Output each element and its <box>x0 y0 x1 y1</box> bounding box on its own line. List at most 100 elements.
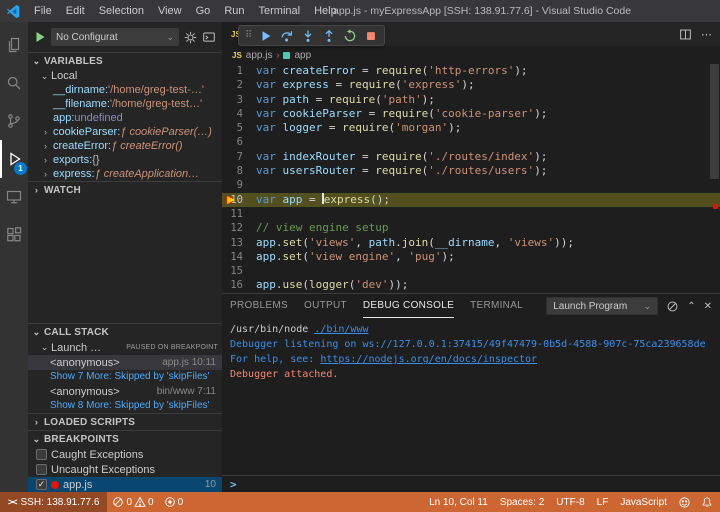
sidebar-item-source-control[interactable] <box>0 102 28 140</box>
line-number[interactable]: 4 <box>222 107 256 121</box>
code-line[interactable]: 2 var express = require('express'); <box>222 78 720 92</box>
code-line[interactable]: 14 app.set('view engine', 'pug'); <box>222 250 720 264</box>
debug-thread-row[interactable]: ⌄ Launch … PAUSED ON BREAKPOINT <box>28 340 222 355</box>
menu-file[interactable]: File <box>27 0 59 22</box>
loaded-scripts-section-header[interactable]: › LOADED SCRIPTS <box>28 413 222 430</box>
code-line[interactable]: 15 <box>222 264 720 278</box>
stack-frame[interactable]: <anonymous> bin/www 7:11 <box>28 384 222 399</box>
ports-indicator[interactable]: 0 <box>159 496 189 508</box>
breakpoint-checkbox[interactable] <box>36 449 47 460</box>
variable-row[interactable]: › exports: {} <box>28 153 222 167</box>
variable-row[interactable]: app: undefined <box>28 111 222 125</box>
menu-terminal[interactable]: Terminal <box>252 0 308 22</box>
console-link[interactable]: https://nodejs.org/en/docs/inspector <box>320 354 537 365</box>
sidebar-item-search[interactable] <box>0 64 28 102</box>
panel-tab-problems[interactable]: PROBLEMS <box>230 294 288 318</box>
clear-console-icon[interactable] <box>666 300 679 313</box>
breadcrumb-symbol[interactable]: app <box>294 50 311 61</box>
code-line[interactable]: 4 var cookieParser = require('cookie-pars… <box>222 107 720 121</box>
line-number[interactable]: 14 <box>222 250 256 264</box>
editor-scrollbar[interactable] <box>710 64 719 179</box>
drag-handle-icon[interactable]: ⠿ <box>245 30 252 41</box>
scope-local[interactable]: ⌄ Local <box>28 69 222 83</box>
problems-indicator[interactable]: 0 0 <box>107 496 158 508</box>
code-line[interactable]: 3 var path = require('path'); <box>222 93 720 107</box>
menu-run[interactable]: Run <box>217 0 251 22</box>
breakpoint-row[interactable]: ✓ app.js 10 <box>28 477 222 492</box>
notifications-button[interactable] <box>696 496 720 509</box>
code-line[interactable]: 16 app.use(logger('dev')); <box>222 278 720 292</box>
breadcrumb[interactable]: JS app.js › app <box>222 46 720 64</box>
expand-chevron-icon[interactable]: › <box>44 169 53 179</box>
debug-config-dropdown[interactable]: No Configurat ⌄ <box>51 28 179 46</box>
breakpoint-checkbox[interactable] <box>36 464 47 475</box>
code-line[interactable]: 6 <box>222 135 720 149</box>
more-actions-icon[interactable]: ⋯ <box>701 28 712 41</box>
panel-tab-terminal[interactable]: TERMINAL <box>470 294 523 318</box>
breakpoint-checkbox[interactable]: ✓ <box>36 479 47 490</box>
line-number[interactable]: 6 <box>222 135 256 149</box>
stack-frame[interactable]: <anonymous> app.js 10:11 <box>28 355 222 370</box>
indentation[interactable]: Spaces: 2 <box>494 497 550 508</box>
breadcrumb-file[interactable]: app.js <box>246 50 273 61</box>
sidebar-item-extensions[interactable] <box>0 216 28 254</box>
code-line[interactable]: 13 app.set('views', path.join(__dirname, … <box>222 236 720 250</box>
maximize-panel-icon[interactable]: ⌃ <box>687 301 695 312</box>
line-number[interactable]: 1 <box>222 64 256 78</box>
code-line[interactable]: 8 var usersRouter = require('./routes/use… <box>222 164 720 178</box>
line-number[interactable]: 13 <box>222 236 256 250</box>
code-line[interactable]: 7 var indexRouter = require('./routes/ind… <box>222 150 720 164</box>
variable-row[interactable]: __filename: '/home/greg-test…' <box>28 97 222 111</box>
variable-row[interactable]: › cookieParser: ƒ cookieParser(…) <box>28 125 222 139</box>
expand-chevron-icon[interactable]: › <box>44 127 53 137</box>
expand-chevron-icon[interactable]: › <box>44 155 53 165</box>
code-line[interactable]: 10 var app = express(); <box>222 192 720 207</box>
remote-indicator[interactable]: >< SSH: 138.91.77.6 <box>0 492 108 512</box>
code-line[interactable]: 11 <box>222 207 720 221</box>
debug-session-dropdown[interactable]: Launch Program ⌄ <box>546 297 659 315</box>
line-number[interactable]: 10 <box>222 193 256 207</box>
debug-console-input[interactable]: > <box>222 475 720 492</box>
encoding[interactable]: UTF-8 <box>550 497 590 508</box>
close-panel-icon[interactable]: ✕ <box>704 301 712 312</box>
line-number[interactable]: 2 <box>222 78 256 92</box>
menu-edit[interactable]: Edit <box>59 0 92 22</box>
variables-section-header[interactable]: ⌄ VARIABLES <box>28 52 222 69</box>
restart-button[interactable] <box>343 28 357 43</box>
console-link[interactable]: ./bin/www <box>314 324 368 335</box>
menu-go[interactable]: Go <box>189 0 218 22</box>
breakpoint-row[interactable]: Uncaught Exceptions <box>28 462 222 477</box>
feedback-button[interactable] <box>673 496 696 509</box>
call-stack-section-header[interactable]: ⌄ CALL STACK <box>28 323 222 340</box>
code-editor[interactable]: 1 var createError = require('http-errors'… <box>222 64 720 293</box>
gear-icon[interactable] <box>184 31 197 44</box>
breakpoints-section-header[interactable]: ⌄ BREAKPOINTS <box>28 430 222 447</box>
step-out-button[interactable] <box>322 29 336 43</box>
line-number[interactable]: 16 <box>222 278 256 292</box>
line-number[interactable]: 3 <box>222 93 256 107</box>
stop-button[interactable] <box>364 29 378 43</box>
code-line[interactable]: 1 var createError = require('http-errors'… <box>222 64 720 78</box>
sidebar-item-run-and-debug[interactable]: 1 <box>0 140 28 178</box>
panel-tab-output[interactable]: OUTPUT <box>304 294 347 318</box>
variable-row[interactable]: › express: ƒ createApplication… <box>28 167 222 181</box>
breakpoint-row[interactable]: Caught Exceptions <box>28 447 222 462</box>
language-mode[interactable]: JavaScript <box>614 497 673 508</box>
watch-section-header[interactable]: › WATCH <box>28 181 222 198</box>
line-number[interactable]: 7 <box>222 150 256 164</box>
line-number[interactable]: 15 <box>222 264 256 278</box>
code-line[interactable]: 5 var logger = require('morgan'); <box>222 121 720 135</box>
eol[interactable]: LF <box>591 497 615 508</box>
sidebar-item-explorer[interactable] <box>0 26 28 64</box>
skipped-frames-link[interactable]: Show 7 More: Skipped by 'skipFiles' <box>28 370 222 384</box>
menu-selection[interactable]: Selection <box>92 0 151 22</box>
line-number[interactable]: 5 <box>222 121 256 135</box>
variable-row[interactable]: __dirname: '/home/greg-test-…' <box>28 83 222 97</box>
cursor-position[interactable]: Ln 10, Col 11 <box>423 497 494 508</box>
line-number[interactable]: 8 <box>222 164 256 178</box>
line-number[interactable]: 11 <box>222 207 256 221</box>
menu-view[interactable]: View <box>151 0 189 22</box>
panel-tab-debug-console[interactable]: DEBUG CONSOLE <box>362 294 455 318</box>
variable-row[interactable]: › createError: ƒ createError() <box>28 139 222 153</box>
line-number[interactable]: 12 <box>222 221 256 235</box>
